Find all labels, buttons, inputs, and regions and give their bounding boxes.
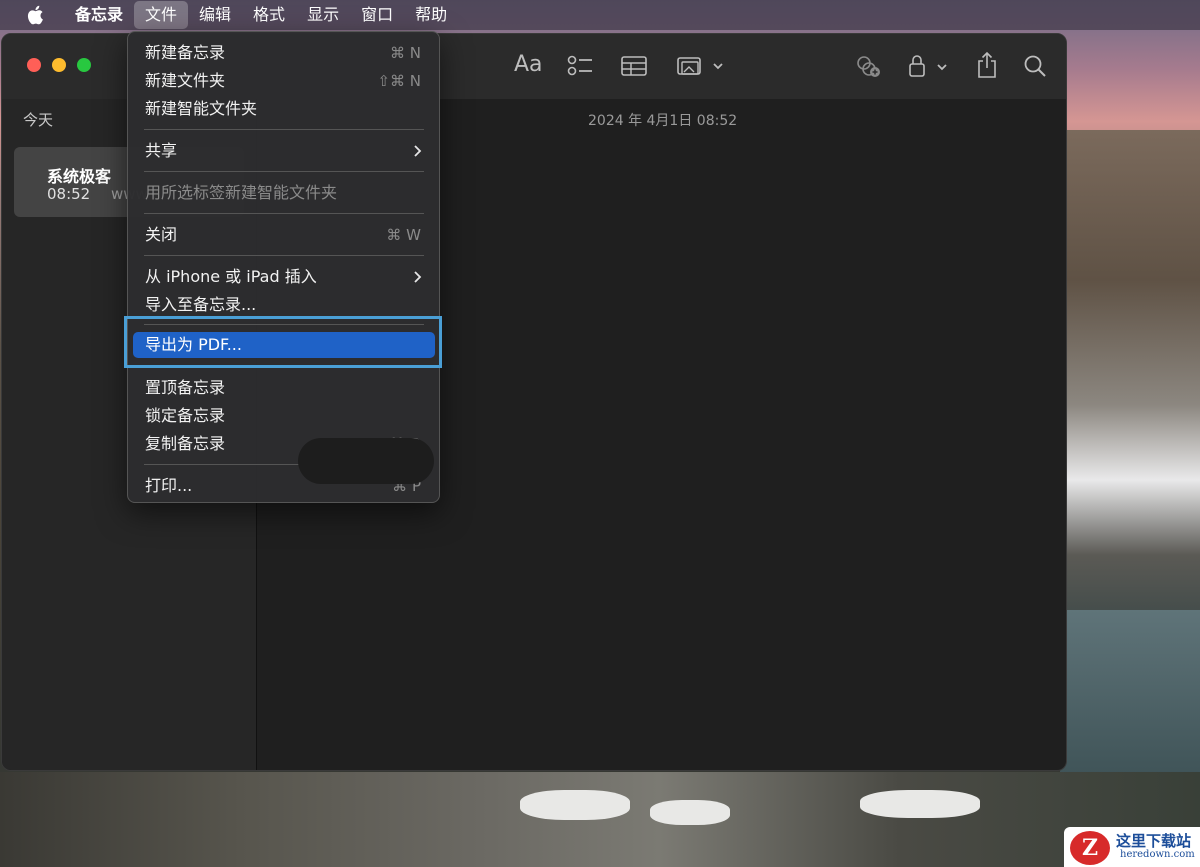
search-icon[interactable]	[1023, 54, 1047, 78]
menu-item-new-folder[interactable]: 新建文件夹 ⇧⌘ N	[133, 68, 435, 94]
menu-item-pin-note[interactable]: 置顶备忘录	[133, 375, 435, 401]
menu-item-label: 复制备忘录	[145, 434, 226, 453]
wallpaper-snow	[520, 790, 630, 820]
watermark: Z 这里下载站 heredown.com	[1064, 827, 1200, 867]
media-icon[interactable]	[677, 54, 727, 78]
file-menu: 新建备忘录 ⌘ N 新建文件夹 ⇧⌘ N 新建智能文件夹 共享 用所选标签新建智…	[127, 31, 440, 503]
menu-separator	[144, 213, 424, 214]
menu-item-insert-from-iphone[interactable]: 从 iPhone 或 iPad 插入	[133, 264, 435, 290]
menu-separator	[144, 129, 424, 130]
wallpaper-mountain	[1060, 130, 1200, 630]
section-header-today: 今天	[23, 111, 54, 129]
apple-icon[interactable]	[24, 4, 46, 26]
checklist-icon[interactable]	[567, 54, 593, 78]
menu-format[interactable]: 格式	[242, 1, 296, 29]
menu-separator	[144, 255, 424, 256]
zoom-window-button[interactable]	[77, 58, 91, 72]
menu-item-label: 新建备忘录	[145, 43, 226, 62]
menu-item-label: 共享	[145, 141, 178, 160]
minimize-window-button[interactable]	[52, 58, 66, 72]
wallpaper-lake	[1060, 610, 1200, 790]
menu-item-share[interactable]: 共享	[133, 138, 435, 164]
wallpaper-ground	[0, 772, 1200, 867]
menu-item-label: 从 iPhone 或 iPad 插入	[145, 267, 317, 286]
chevron-right-icon	[413, 138, 423, 172]
shortcut-label: ⌘ W	[386, 226, 421, 244]
menu-item-label: 用所选标签新建智能文件夹	[145, 183, 338, 202]
obscured-region	[298, 438, 434, 484]
menu-app-name[interactable]: 备忘录	[64, 1, 134, 29]
menu-item-label: 锁定备忘录	[145, 406, 226, 425]
menu-item-import[interactable]: 导入至备忘录...	[133, 292, 435, 318]
callout-highlight-box	[124, 316, 442, 368]
shortcut-label: ⌘ N	[390, 44, 421, 62]
menu-item-new-smart-folder[interactable]: 新建智能文件夹	[133, 96, 435, 122]
wallpaper-snow	[860, 790, 980, 818]
wallpaper-snow	[650, 800, 730, 825]
menu-item-label: 新建文件夹	[145, 71, 226, 90]
menu-item-close[interactable]: 关闭 ⌘ W	[133, 222, 435, 248]
table-icon[interactable]	[621, 55, 647, 77]
menu-view[interactable]: 显示	[296, 1, 350, 29]
menu-item-lock-note[interactable]: 锁定备忘录	[133, 403, 435, 429]
collaborate-icon[interactable]	[855, 54, 881, 78]
menu-separator	[144, 171, 424, 172]
menu-item-label: 新建智能文件夹	[145, 99, 258, 118]
menu-bar: 备忘录 文件 编辑 格式 显示 窗口 帮助	[0, 0, 1200, 30]
menu-item-new-note[interactable]: 新建备忘录 ⌘ N	[133, 40, 435, 66]
menu-item-smart-folder-from-tags: 用所选标签新建智能文件夹	[133, 180, 435, 206]
menu-window[interactable]: 窗口	[350, 1, 404, 29]
note-time: 08:52	[47, 185, 91, 203]
note-date: 2024 年 4月1日 08:52	[588, 113, 738, 129]
menu-item-label: 关闭	[145, 225, 178, 244]
close-window-button[interactable]	[27, 58, 41, 72]
menu-file[interactable]: 文件	[134, 1, 189, 29]
share-icon[interactable]	[976, 51, 998, 79]
shortcut-label: ⇧⌘ N	[377, 72, 421, 90]
watermark-url: heredown.com	[1120, 849, 1195, 860]
format-text-icon[interactable]: Aa	[514, 52, 543, 77]
menu-edit[interactable]: 编辑	[188, 1, 242, 29]
note-title: 系统极客	[47, 167, 112, 186]
menu-item-label: 置顶备忘录	[145, 378, 226, 397]
menu-help[interactable]: 帮助	[404, 1, 458, 29]
menu-item-label: 导入至备忘录...	[145, 295, 257, 314]
watermark-title: 这里下载站	[1116, 832, 1192, 850]
lock-icon[interactable]	[908, 53, 950, 79]
menu-item-label: 打印...	[145, 476, 193, 495]
watermark-logo: Z	[1070, 831, 1110, 865]
